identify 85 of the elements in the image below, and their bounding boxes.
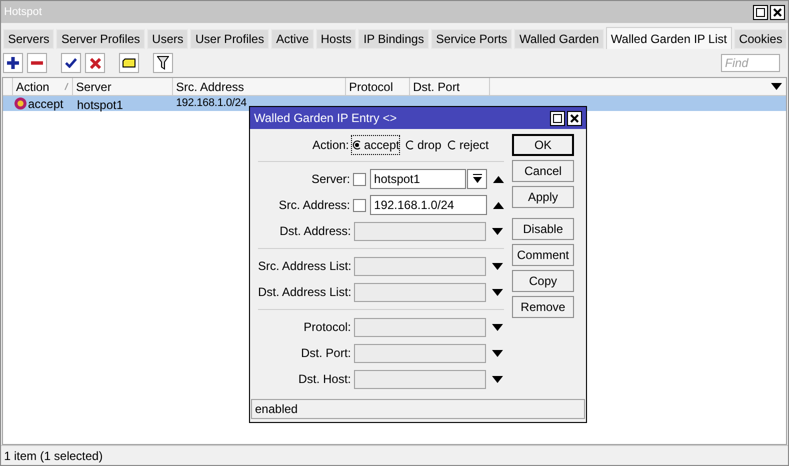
column-header[interactable]: Protocol <box>346 78 410 95</box>
radio-icon[interactable] <box>447 140 458 150</box>
input-field[interactable] <box>354 318 486 336</box>
radio-icon[interactable] <box>405 140 416 150</box>
dialog-button[interactable]: Copy <box>512 270 574 292</box>
table-cell-text: hotspot1 <box>76 97 124 111</box>
tab[interactable]: Walled Garden <box>514 29 604 49</box>
field-label: Dst. Address: <box>278 223 352 240</box>
add-button[interactable] <box>3 53 23 73</box>
radio-option[interactable]: drop <box>405 136 442 154</box>
dialog-button[interactable]: Comment <box>512 244 574 266</box>
dropdown-icon <box>472 174 482 184</box>
check-icon <box>65 58 77 68</box>
filter-button[interactable] <box>153 53 173 73</box>
dropdown-button[interactable] <box>467 169 487 189</box>
field-label: Action: <box>311 137 350 154</box>
tab[interactable]: Server Profiles <box>56 29 146 49</box>
input-field[interactable] <box>354 256 486 276</box>
dropdown-arrow-icon[interactable] <box>492 288 503 296</box>
close-icon[interactable] <box>770 4 785 20</box>
close-icon[interactable] <box>567 110 582 126</box>
tab[interactable]: Active <box>271 29 314 49</box>
tab[interactable]: Service Ports <box>430 29 512 49</box>
comment-button[interactable] <box>119 53 139 73</box>
dropdown-arrow-icon[interactable] <box>492 228 503 234</box>
tab[interactable]: Users <box>147 29 188 49</box>
cross-icon <box>90 58 100 68</box>
maximize-icon[interactable] <box>550 110 565 126</box>
negate-checkbox[interactable] <box>353 172 366 186</box>
tab[interactable]: User Profiles <box>190 29 270 49</box>
maximize-icon[interactable] <box>753 4 768 20</box>
dialog-title: Walled Garden IP Entry <> <box>254 110 397 127</box>
field-label: Dst. Port: <box>300 345 352 362</box>
accept-icon <box>14 97 27 110</box>
address-field[interactable]: 192.168.1.0/24 <box>370 195 487 215</box>
field-label: Dst. Address List: <box>258 284 352 301</box>
column-header[interactable]: Server <box>73 78 173 95</box>
dropdown-arrow-icon[interactable] <box>492 324 503 330</box>
radio-option[interactable]: reject <box>447 136 489 154</box>
field-label: Src. Address List: <box>258 258 352 275</box>
remove-button[interactable] <box>27 53 47 73</box>
disable-button[interactable] <box>85 53 105 73</box>
dropdown-arrow-icon[interactable] <box>492 350 503 356</box>
tab[interactable]: IP Bindings <box>358 29 429 49</box>
sort-icon <box>64 83 69 90</box>
find-field[interactable]: Find <box>721 54 780 72</box>
dialog-button[interactable]: OK <box>512 134 574 156</box>
dropdown-arrow-icon[interactable] <box>492 376 503 382</box>
enable-button[interactable] <box>61 53 81 73</box>
input-field[interactable] <box>354 370 486 388</box>
tab[interactable]: Walled Garden IP List <box>606 27 732 49</box>
status-text: 1 item (1 selected) <box>4 448 103 464</box>
input-field[interactable] <box>354 282 486 302</box>
table-cell-text: 192.168.1.0/24 <box>175 96 248 111</box>
tab[interactable]: Servers <box>3 29 54 49</box>
plus-icon <box>7 57 19 69</box>
input-field[interactable] <box>354 222 486 240</box>
minus-icon <box>31 61 43 65</box>
window-title: Hotspot <box>4 4 42 20</box>
dialog-button[interactable]: Cancel <box>512 160 574 182</box>
input-field[interactable] <box>354 344 486 362</box>
negate-checkbox[interactable] <box>353 198 366 212</box>
column-header[interactable]: Src. Address <box>173 78 346 95</box>
tab[interactable]: Cookies <box>734 29 788 49</box>
dialog-button[interactable]: Apply <box>512 186 574 208</box>
server-field[interactable]: hotspot1 <box>370 169 466 189</box>
note-icon <box>122 58 136 68</box>
radio-icon[interactable] <box>352 140 362 150</box>
radio-option[interactable]: accept <box>352 136 400 154</box>
table-cell-text: accept <box>28 96 64 112</box>
collapse-arrow-icon[interactable] <box>492 202 504 208</box>
field-label: Src. Address: <box>278 197 352 214</box>
tab[interactable]: Hosts <box>316 29 356 49</box>
dropdown-arrow-icon[interactable] <box>771 83 782 90</box>
dialog-status: enabled <box>255 401 298 418</box>
column-header[interactable]: Action <box>13 78 73 95</box>
column-header[interactable]: Dst. Port <box>410 78 490 95</box>
dialog-button[interactable]: Disable <box>512 218 574 240</box>
field-label: Dst. Host: <box>297 371 352 388</box>
filter-icon <box>157 56 169 70</box>
dialog-button[interactable]: Remove <box>512 296 574 318</box>
dropdown-arrow-icon[interactable] <box>492 262 503 270</box>
collapse-arrow-icon[interactable] <box>493 176 504 182</box>
field-label: Server: <box>310 171 352 188</box>
field-label: Protocol: <box>302 319 352 336</box>
